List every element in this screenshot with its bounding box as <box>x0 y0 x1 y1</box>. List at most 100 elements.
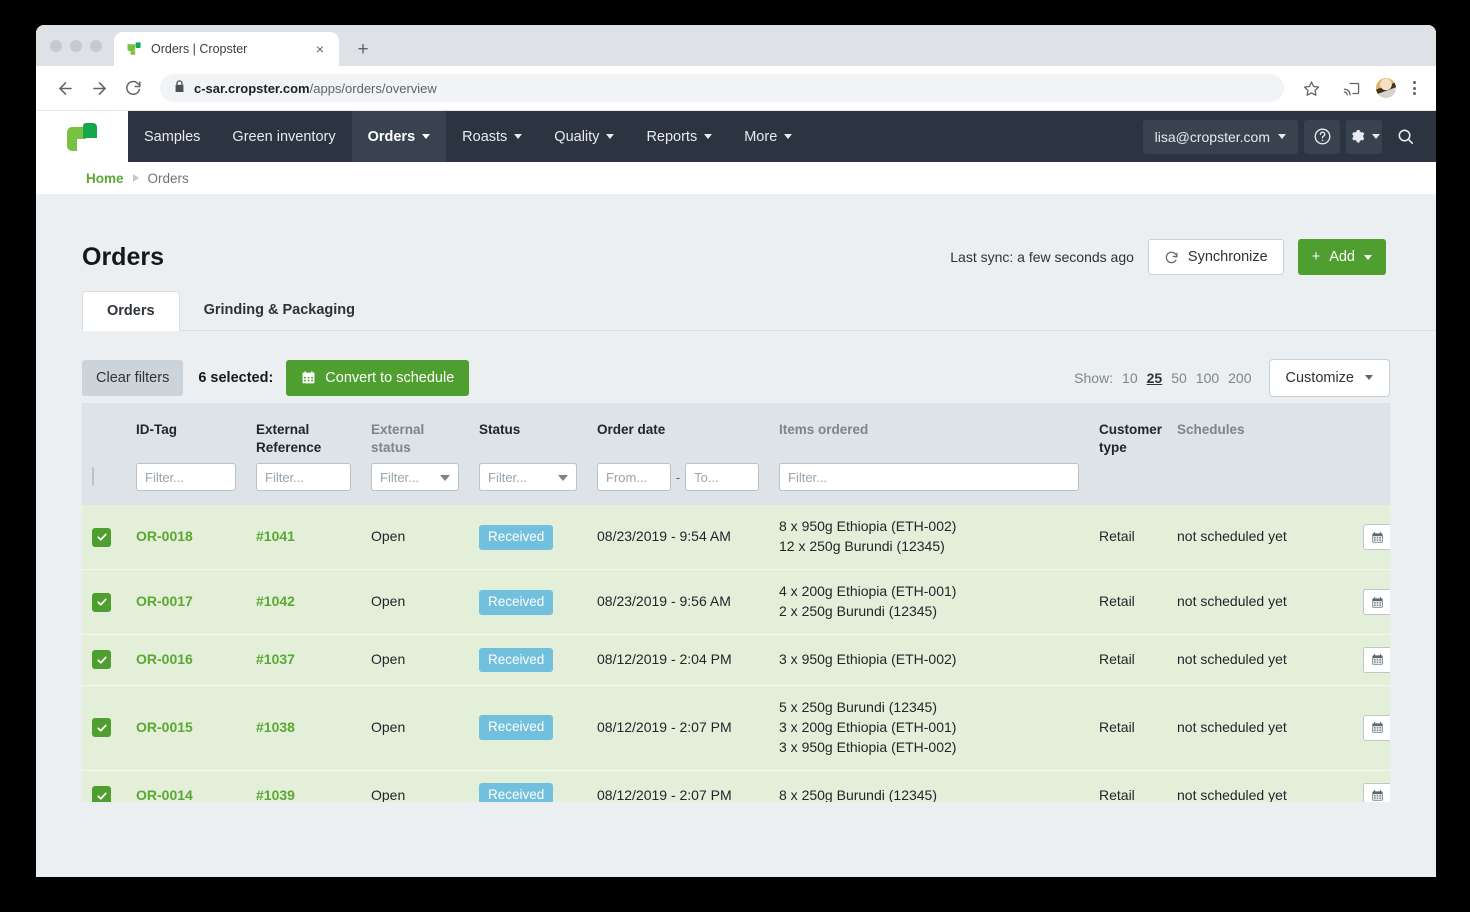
row-checkbox[interactable] <box>92 527 111 547</box>
cell-id-tag[interactable]: OR-0018 <box>126 505 246 571</box>
row-checkbox[interactable] <box>92 650 111 670</box>
new-tab-icon[interactable]: + <box>349 35 377 63</box>
id-tag-link[interactable]: OR-0018 <box>136 528 193 544</box>
tab-orders[interactable]: Orders <box>82 291 180 331</box>
th-id-tag[interactable]: ID-Tag <box>126 403 246 458</box>
id-tag-link[interactable]: OR-0017 <box>136 593 193 609</box>
th-schedules[interactable]: Schedules <box>1167 403 1347 458</box>
row-select-cell[interactable] <box>82 770 126 802</box>
row-select-cell[interactable] <box>82 634 126 686</box>
filter-date-from-input[interactable]: From... <box>597 463 671 492</box>
cell-id-tag[interactable]: OR-0015 <box>126 685 246 771</box>
account-menu[interactable]: lisa@cropster.com <box>1142 119 1298 154</box>
filter-items-ordered-input[interactable]: Filter... <box>779 463 1079 492</box>
nav-item-more[interactable]: More <box>728 111 808 162</box>
th-items-ordered[interactable]: Items ordered <box>769 403 1089 458</box>
row-select-cell[interactable] <box>82 685 126 771</box>
table-row[interactable]: OR-0014 #1039 Open Received 08/12/2019 - 2:0… <box>82 770 1390 802</box>
schedule-button[interactable] <box>1363 714 1390 741</box>
page-size-200[interactable]: 200 <box>1228 370 1251 386</box>
close-tab-icon[interactable]: × <box>311 40 329 58</box>
row-checkbox[interactable] <box>92 592 111 612</box>
star-icon[interactable] <box>1296 73 1326 103</box>
settings-menu[interactable] <box>1346 119 1382 154</box>
th-customer-type[interactable]: Customer type <box>1089 403 1167 458</box>
page-size-10[interactable]: 10 <box>1122 370 1138 386</box>
th-external-reference[interactable]: External Reference <box>246 403 361 458</box>
th-status[interactable]: Status <box>469 403 587 458</box>
browser-toolbar: c-sar.cropster.com/apps/orders/overview <box>36 66 1436 111</box>
maximize-window-dot[interactable] <box>90 39 102 52</box>
help-circle-icon[interactable] <box>1304 119 1340 154</box>
schedule-button[interactable] <box>1363 589 1390 616</box>
breadcrumb-home[interactable]: Home <box>86 171 124 186</box>
synchronize-button[interactable]: Synchronize <box>1147 239 1284 275</box>
nav-item-reports[interactable]: Reports <box>630 111 728 162</box>
row-select-cell[interactable] <box>82 569 126 635</box>
external-reference-link[interactable]: #1037 <box>256 651 295 667</box>
row-select-cell[interactable] <box>82 505 126 571</box>
filter-external-status-cell: Filter... <box>361 457 469 506</box>
id-tag-link[interactable]: OR-0014 <box>136 787 193 802</box>
cell-external-reference[interactable]: #1041 <box>246 505 361 571</box>
add-button[interactable]: + Add <box>1297 239 1386 275</box>
convert-to-schedule-button[interactable]: Convert to schedule <box>286 359 470 396</box>
select-all-checkbox[interactable] <box>92 467 94 487</box>
table-row[interactable]: OR-0016 #1037 Open Received 08/12/2019 - 2:0… <box>82 634 1390 686</box>
table-row[interactable]: OR-0017 #1042 Open Received 08/23/2019 - 9:5… <box>82 569 1390 635</box>
page-size-25[interactable]: 25 <box>1147 370 1163 386</box>
cell-external-reference[interactable]: #1042 <box>246 569 361 635</box>
customize-button[interactable]: Customize <box>1268 358 1390 397</box>
back-arrow-icon[interactable] <box>50 73 80 103</box>
th-order-date[interactable]: Order date <box>587 403 769 458</box>
nav-item-orders[interactable]: Orders <box>351 111 447 162</box>
browser-tab[interactable]: Orders | Cropster × <box>114 32 339 66</box>
row-checkbox[interactable] <box>92 786 111 802</box>
nav-item-roasts[interactable]: Roasts <box>446 111 538 162</box>
reload-icon[interactable] <box>118 73 148 103</box>
page-size-50[interactable]: 50 <box>1171 370 1187 386</box>
search-icon[interactable] <box>1388 120 1422 154</box>
filter-id-tag-input[interactable]: Filter... <box>136 463 236 492</box>
nav-item-quality[interactable]: Quality <box>538 111 630 162</box>
filter-status-select[interactable]: Filter... <box>479 463 577 492</box>
id-tag-link[interactable]: OR-0016 <box>136 651 193 667</box>
filter-external-status-select[interactable]: Filter... <box>371 463 459 492</box>
row-checkbox[interactable] <box>92 718 111 738</box>
th-external-status[interactable]: External status <box>361 403 469 458</box>
nav-item-green-inventory[interactable]: Green inventory <box>216 111 351 162</box>
cell-id-tag[interactable]: OR-0014 <box>126 770 246 802</box>
cell-id-tag[interactable]: OR-0016 <box>126 634 246 686</box>
cast-icon[interactable] <box>1336 73 1366 103</box>
cell-status: Received <box>469 569 587 635</box>
kebab-menu-icon[interactable] <box>1406 81 1422 95</box>
external-reference-link[interactable]: #1039 <box>256 787 295 802</box>
filter-external-reference-input[interactable]: Filter... <box>256 463 351 492</box>
clear-filters-button[interactable]: Clear filters <box>82 359 184 396</box>
address-bar[interactable]: c-sar.cropster.com/apps/orders/overview <box>160 74 1284 102</box>
cell-order-date: 08/12/2019 - 2:04 PM <box>587 634 769 686</box>
cell-external-reference[interactable]: #1037 <box>246 634 361 686</box>
profile-avatar[interactable] <box>1376 78 1396 98</box>
id-tag-link[interactable]: OR-0015 <box>136 719 193 735</box>
table-row[interactable]: OR-0018 #1041 Open Received 08/23/2019 - 9:5… <box>82 505 1390 571</box>
chevron-down-icon <box>784 134 793 139</box>
page-size-100[interactable]: 100 <box>1196 370 1219 386</box>
cell-external-reference[interactable]: #1038 <box>246 685 361 771</box>
minimize-window-dot[interactable] <box>70 39 82 52</box>
close-window-dot[interactable] <box>50 39 62 52</box>
external-reference-link[interactable]: #1041 <box>256 528 295 544</box>
schedule-button[interactable] <box>1363 524 1390 551</box>
external-reference-link[interactable]: #1042 <box>256 593 295 609</box>
forward-arrow-icon[interactable] <box>84 73 114 103</box>
tab-grinding-packaging[interactable]: Grinding & Packaging <box>180 290 379 330</box>
table-row[interactable]: OR-0015 #1038 Open Received 08/12/2019 - 2:0… <box>82 685 1390 771</box>
schedule-button[interactable] <box>1363 646 1390 673</box>
cell-external-reference[interactable]: #1039 <box>246 770 361 802</box>
cropster-logo[interactable] <box>36 111 128 162</box>
external-reference-link[interactable]: #1038 <box>256 719 295 735</box>
cell-id-tag[interactable]: OR-0017 <box>126 569 246 635</box>
schedule-button[interactable] <box>1363 782 1390 802</box>
nav-item-samples[interactable]: Samples <box>128 111 216 162</box>
filter-date-to-input[interactable]: To... <box>685 463 759 492</box>
